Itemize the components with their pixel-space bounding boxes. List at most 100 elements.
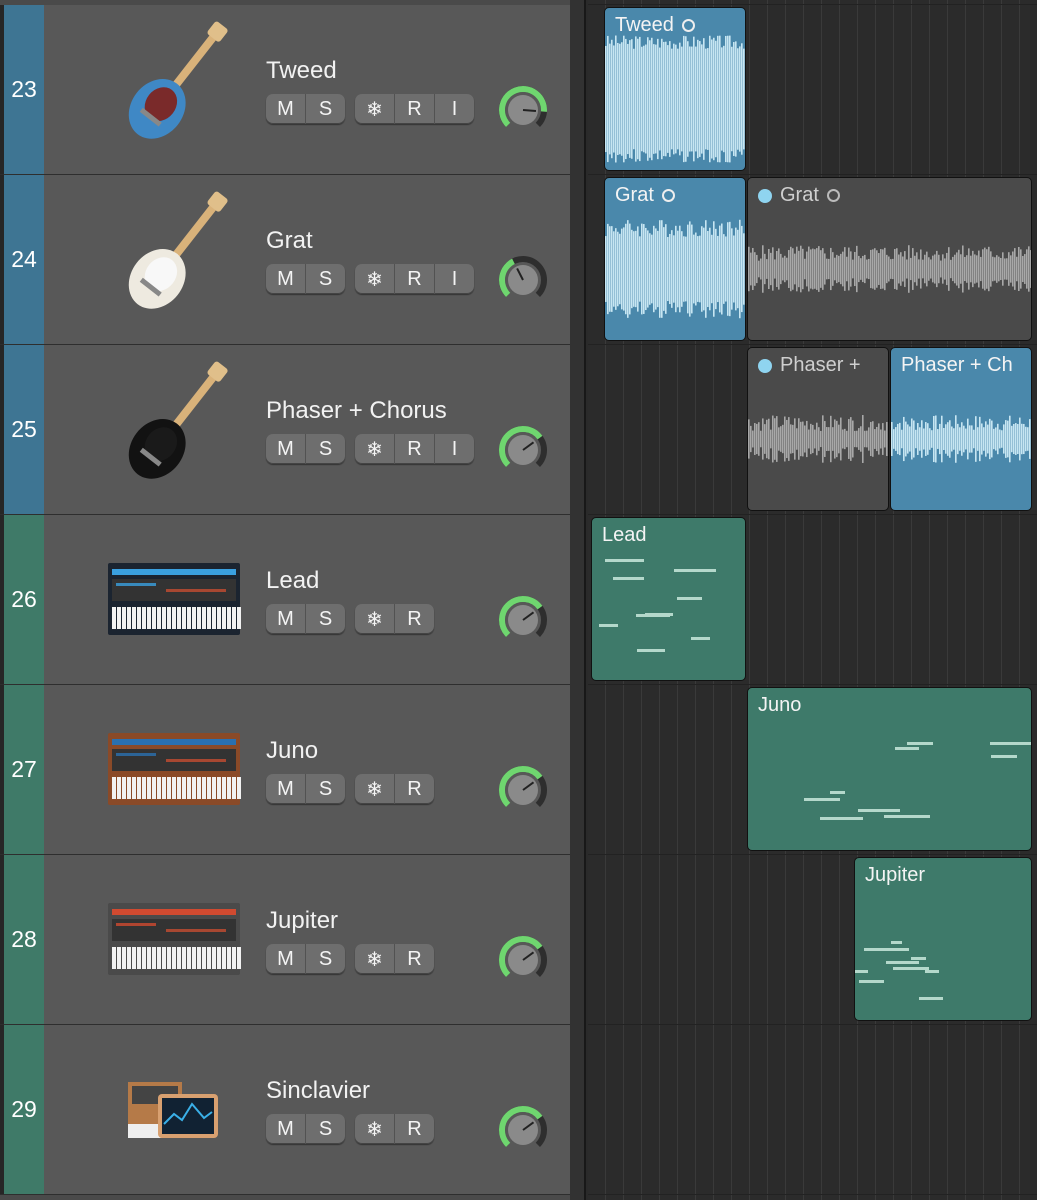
waveform — [891, 415, 1031, 463]
volume-knob[interactable] — [498, 595, 548, 645]
midi-note — [820, 817, 863, 820]
freeze-record-group: ❄ R I — [355, 264, 474, 294]
mute-button[interactable]: M — [266, 944, 306, 974]
track-buttons: M S ❄ R — [266, 1114, 434, 1144]
scrollbar-divider[interactable] — [570, 0, 586, 1200]
solo-button[interactable]: S — [306, 264, 345, 294]
audio-region[interactable]: Grat — [604, 177, 746, 341]
track-name[interactable]: Grat — [266, 227, 313, 255]
freeze-record-group: ❄ R — [355, 774, 434, 804]
track-header[interactable]: 27 Juno M S ❄ R — [0, 685, 570, 855]
track-name[interactable]: Juno — [266, 737, 318, 765]
solo-button[interactable]: S — [306, 774, 345, 804]
volume-knob[interactable] — [498, 255, 548, 305]
mute-button[interactable]: M — [266, 604, 306, 634]
audio-region[interactable]: Grat — [747, 177, 1032, 341]
solo-button[interactable]: S — [306, 604, 345, 634]
freeze-button[interactable]: ❄ — [355, 944, 395, 974]
row-divider — [588, 854, 1037, 855]
region-name: Lead — [602, 524, 647, 546]
volume-knob[interactable] — [498, 1105, 548, 1155]
track-name[interactable]: Phaser + Chorus — [266, 397, 447, 425]
row-divider — [588, 174, 1037, 175]
freeze-button[interactable]: ❄ — [355, 94, 395, 124]
input-monitor-button[interactable]: I — [435, 434, 474, 464]
row-divider — [588, 344, 1037, 345]
row-divider — [588, 4, 1037, 5]
track-body: Tweed M S ❄ R I — [44, 5, 570, 174]
audio-region[interactable]: Tweed — [604, 7, 746, 171]
volume-knob[interactable] — [498, 425, 548, 475]
track-buttons: M S ❄ R — [266, 944, 434, 974]
audio-region[interactable]: Phaser + Ch — [890, 347, 1032, 511]
mute-button[interactable]: M — [266, 94, 306, 124]
freeze-button[interactable]: ❄ — [355, 774, 395, 804]
stratocaster-guitar-icon — [104, 189, 244, 329]
freeze-button[interactable]: ❄ — [355, 1114, 395, 1144]
record-button[interactable]: R — [395, 434, 435, 464]
record-button[interactable]: R — [395, 94, 435, 124]
mute-solo-group: MS — [266, 774, 345, 804]
midi-region[interactable]: Juno — [747, 687, 1032, 851]
track-number: 26 — [4, 515, 44, 684]
record-button[interactable]: R — [395, 1114, 434, 1144]
mute-solo-group: MS — [266, 434, 345, 464]
midi-note — [991, 755, 1017, 758]
record-button[interactable]: R — [395, 264, 435, 294]
tracks-area[interactable]: Tweed Grat Grat Phaser + Phaser + Ch Lead Juno… — [588, 0, 1037, 1200]
track-header[interactable]: 24 Grat M S ❄ R I — [0, 175, 570, 345]
midi-note — [907, 742, 933, 745]
solo-button[interactable]: S — [306, 434, 345, 464]
volume-knob[interactable] — [498, 935, 548, 985]
track-header[interactable]: 26 Lead M S ❄ R — [0, 515, 570, 685]
input-monitor-button[interactable]: I — [435, 264, 474, 294]
region-label: Lead — [602, 524, 647, 547]
track-name[interactable]: Jupiter — [266, 907, 338, 935]
region-label: Jupiter — [865, 864, 925, 887]
mute-button[interactable]: M — [266, 434, 306, 464]
track-number: 25 — [4, 345, 44, 514]
status-dot-icon — [758, 188, 772, 203]
track-number: 23 — [4, 5, 44, 174]
loop-icon — [826, 189, 840, 202]
track-name[interactable]: Tweed — [266, 57, 337, 85]
mute-button[interactable]: M — [266, 774, 306, 804]
midi-note — [911, 957, 926, 960]
mute-button[interactable]: M — [266, 1114, 306, 1144]
track-header[interactable]: 29 Sinclavier M S ❄ R — [0, 1025, 570, 1195]
track-number: 24 — [4, 175, 44, 344]
midi-region[interactable]: Jupiter — [854, 857, 1032, 1021]
loop-icon — [681, 19, 695, 32]
solo-button[interactable]: S — [306, 1114, 345, 1144]
solo-button[interactable]: S — [306, 94, 345, 124]
mute-button[interactable]: M — [266, 264, 306, 294]
waveform — [605, 219, 745, 319]
freeze-button[interactable]: ❄ — [355, 264, 395, 294]
freeze-record-group: ❄ R — [355, 604, 434, 634]
record-button[interactable]: R — [395, 944, 434, 974]
midi-note — [990, 742, 1031, 745]
track-header[interactable]: 23 Tweed M S ❄ R I — [0, 5, 570, 175]
record-button[interactable]: R — [395, 774, 434, 804]
track-header[interactable]: 25 Phaser + Chorus M S ❄ R I — [0, 345, 570, 515]
track-name[interactable]: Sinclavier — [266, 1077, 370, 1105]
row-divider — [588, 514, 1037, 515]
midi-note — [637, 649, 665, 652]
loop-icon — [661, 189, 675, 202]
midi-note — [855, 970, 868, 973]
input-monitor-button[interactable]: I — [435, 94, 474, 124]
track-header[interactable]: 28 Jupiter M S ❄ R — [0, 855, 570, 1025]
track-body: Phaser + Chorus M S ❄ R I — [44, 345, 570, 514]
jupiter-synth-icon — [104, 869, 244, 1009]
freeze-button[interactable]: ❄ — [355, 604, 395, 634]
volume-knob[interactable] — [498, 765, 548, 815]
track-name[interactable]: Lead — [266, 567, 319, 595]
freeze-button[interactable]: ❄ — [355, 434, 395, 464]
audio-region[interactable]: Phaser + — [747, 347, 889, 511]
midi-region[interactable]: Lead — [591, 517, 746, 681]
waveform — [748, 245, 1031, 293]
record-button[interactable]: R — [395, 604, 434, 634]
solo-button[interactable]: S — [306, 944, 345, 974]
track-buttons: M S ❄ R I — [266, 264, 474, 294]
volume-knob[interactable] — [498, 85, 548, 135]
